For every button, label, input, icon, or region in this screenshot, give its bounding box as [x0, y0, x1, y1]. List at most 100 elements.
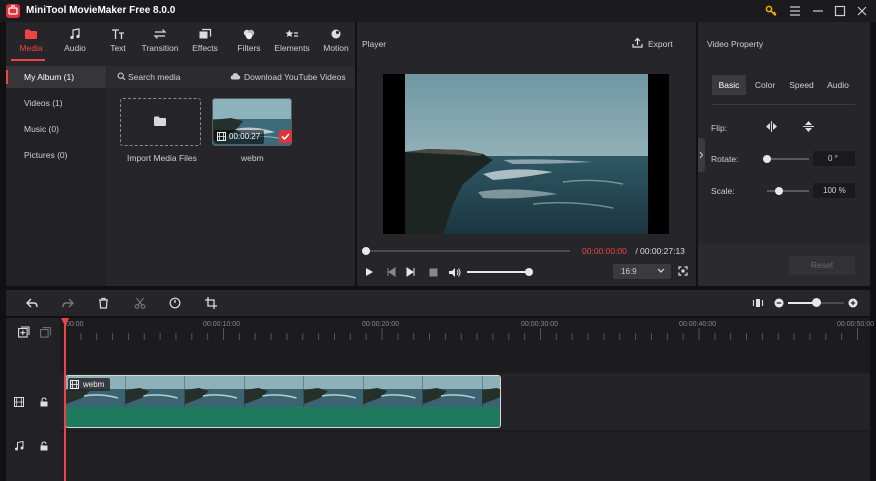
- text-icon: [112, 29, 124, 39]
- rotate-slider-handle[interactable]: [763, 155, 771, 163]
- tab-text[interactable]: Text: [98, 28, 138, 58]
- timeline-video-clip[interactable]: [65, 375, 501, 428]
- scale-label: Scale:: [711, 186, 735, 196]
- tab-audio-label: Audio: [64, 43, 86, 53]
- skip-forward-icon: [406, 267, 415, 277]
- search-media-input[interactable]: Search media: [128, 72, 180, 82]
- next-frame-button[interactable]: [404, 265, 418, 279]
- add-track-icon[interactable]: [18, 326, 30, 338]
- split-button[interactable]: [133, 296, 147, 310]
- ruler-label: 00:00:20:00: [362, 321, 399, 328]
- trash-icon: [98, 297, 108, 309]
- player-progress-handle[interactable]: [362, 247, 370, 255]
- search-icon[interactable]: [117, 72, 126, 81]
- property-tab-audio[interactable]: Audio: [821, 75, 855, 95]
- ruler-label: 00:00:10:00: [203, 321, 240, 328]
- filters-icon: [243, 29, 255, 40]
- active-tab-indicator: [11, 59, 45, 61]
- crop-button[interactable]: [204, 296, 218, 310]
- tab-transition-label: Transition: [141, 43, 179, 53]
- transition-icon: [153, 29, 167, 39]
- property-tab-speed[interactable]: Speed: [784, 75, 819, 95]
- lock-icon[interactable]: [40, 441, 48, 451]
- copy-track-icon[interactable]: [40, 327, 51, 338]
- scale-value: 100 %: [823, 186, 846, 195]
- effects-icon: [199, 28, 212, 39]
- checkmark-icon[interactable]: [279, 130, 292, 143]
- import-media-label: Import Media Files: [127, 153, 197, 163]
- clip-frame: [185, 376, 245, 407]
- tab-filters[interactable]: Filters: [229, 28, 269, 58]
- tab-transition[interactable]: Transition: [140, 28, 180, 58]
- playhead[interactable]: [64, 318, 66, 481]
- timeline-ruler: [64, 328, 858, 340]
- sidebar-item-pictures[interactable]: Pictures (0): [6, 144, 106, 166]
- rotate-value: 0 °: [828, 154, 838, 163]
- redo-icon: [62, 298, 74, 307]
- tab-motion[interactable]: Motion: [316, 28, 356, 58]
- fullscreen-button[interactable]: [677, 265, 689, 277]
- speedometer-icon: [169, 297, 181, 309]
- maximize-button[interactable]: [831, 3, 849, 19]
- volume-button[interactable]: [446, 265, 462, 279]
- elements-icon: [285, 29, 298, 37]
- scale-slider-track[interactable]: [767, 190, 809, 192]
- tab-audio[interactable]: Audio: [55, 28, 95, 58]
- fit-timeline-button[interactable]: [751, 296, 765, 310]
- tab-effects-label: Effects: [192, 43, 218, 53]
- title-bar: MiniTool MovieMaker Free 8.0.0: [0, 0, 876, 22]
- player-progress-track[interactable]: [366, 250, 570, 252]
- zoom-in-button[interactable]: [847, 297, 859, 309]
- zoom-out-button[interactable]: [773, 297, 785, 309]
- aspect-ratio-value: 16:9: [621, 267, 637, 276]
- previous-frame-button[interactable]: [384, 265, 398, 279]
- music-track-icon: [14, 441, 24, 451]
- clip-duration: 00:00:27: [229, 132, 261, 141]
- motion-icon: [331, 29, 341, 39]
- ruler-label: 00:00:30:00: [521, 321, 558, 328]
- ruler-label: 00:00:50:00: [837, 321, 874, 328]
- rotate-slider-track[interactable]: [767, 158, 809, 160]
- player-title: Player: [362, 39, 387, 49]
- scale-slider-handle[interactable]: [775, 187, 783, 195]
- collapse-panel-handle[interactable]: [698, 138, 705, 172]
- close-button[interactable]: [853, 3, 871, 19]
- tab-elements[interactable]: Elements: [272, 28, 312, 58]
- property-tab-color[interactable]: Color: [748, 75, 782, 95]
- clip-label: webm: [83, 380, 105, 389]
- delete-button[interactable]: [96, 296, 110, 310]
- zoom-handle[interactable]: [811, 298, 821, 307]
- sidebar-item-my-album[interactable]: My Album (1): [6, 66, 106, 88]
- key-icon[interactable]: [762, 3, 780, 19]
- property-tab-basic[interactable]: Basic: [712, 75, 746, 95]
- clip-frame: [125, 376, 186, 407]
- lock-icon[interactable]: [40, 397, 48, 407]
- play-icon: [366, 268, 373, 276]
- fullscreen-icon: [678, 266, 688, 276]
- reset-button[interactable]: Reset: [789, 256, 855, 275]
- volume-fill: [467, 271, 529, 273]
- stop-button[interactable]: [426, 265, 440, 279]
- app-logo-icon: [6, 4, 20, 18]
- minimize-button[interactable]: [809, 3, 827, 19]
- export-button[interactable]: Export: [648, 39, 673, 49]
- volume-handle[interactable]: [525, 268, 533, 276]
- tab-filters-label: Filters: [237, 43, 261, 53]
- clip-frame: [304, 376, 364, 407]
- download-youtube-button[interactable]: Download YouTube Videos: [244, 72, 346, 82]
- speaker-icon: [448, 267, 460, 277]
- sidebar-item-videos[interactable]: Videos (1): [6, 92, 106, 114]
- tab-media[interactable]: Media: [11, 28, 51, 58]
- flip-horizontal-button[interactable]: [764, 119, 778, 133]
- tab-effects[interactable]: Effects: [185, 28, 225, 58]
- undo-button[interactable]: [25, 296, 39, 310]
- menu-icon[interactable]: [786, 3, 804, 19]
- flip-label: Flip:: [711, 123, 728, 133]
- download-icon: [230, 72, 241, 81]
- play-button[interactable]: [362, 265, 376, 279]
- speed-button[interactable]: [168, 296, 182, 310]
- undo-icon: [26, 298, 38, 307]
- flip-vertical-button[interactable]: [801, 119, 815, 133]
- redo-button[interactable]: [61, 296, 75, 310]
- sidebar-item-music[interactable]: Music (0): [6, 118, 106, 140]
